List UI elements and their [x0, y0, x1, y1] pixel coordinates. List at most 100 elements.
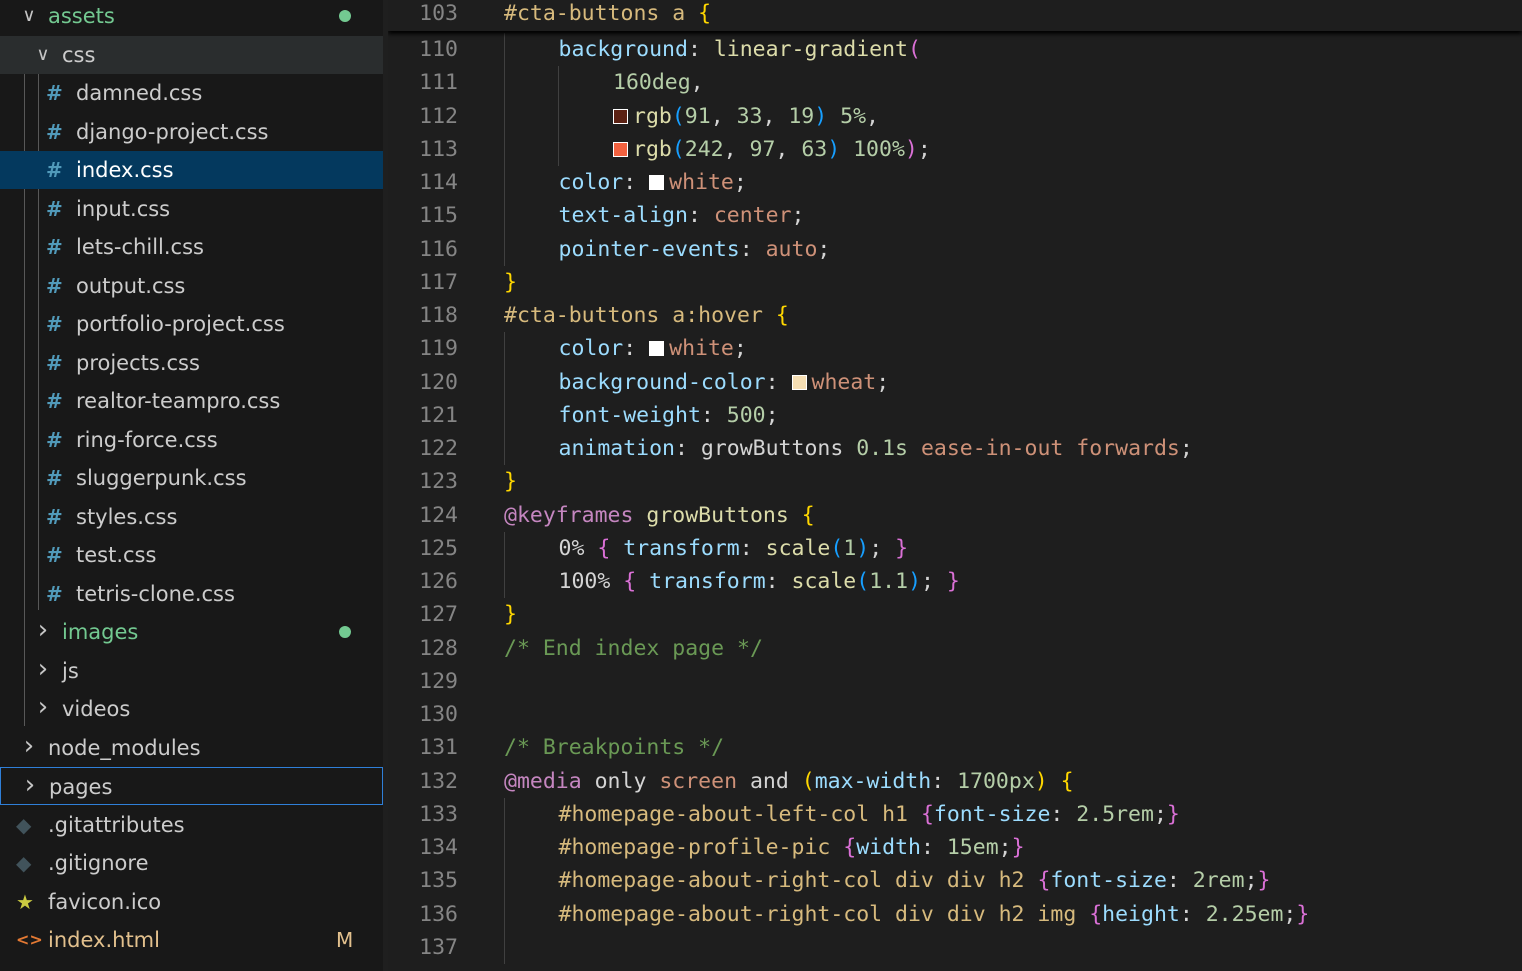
code-line[interactable]: 137 — [388, 931, 1522, 964]
file-gitattributes[interactable]: ◆ .gitattributes — [0, 806, 383, 844]
git-status-dot — [339, 10, 351, 22]
code-line[interactable]: 119 color: white; — [388, 332, 1522, 365]
color-swatch[interactable] — [613, 141, 628, 157]
code-content[interactable]: rgb(242, 97, 63) 100%); — [613, 133, 931, 166]
code-line[interactable]: 122 animation: growButtons 0.1s ease-in-o… — [388, 432, 1522, 465]
code-content[interactable]: #homepage-about-right-col div div h2 img… — [559, 898, 1310, 931]
code-content[interactable]: #cta-buttons a:hover { — [504, 299, 789, 332]
code-line[interactable]: 112 rgb(91, 33, 19) 5%, — [388, 100, 1522, 133]
code-content[interactable]: animation: growButtons 0.1s ease-in-out … — [559, 432, 1193, 465]
code-content[interactable]: 160deg, — [613, 66, 704, 99]
code-token: 91 — [684, 103, 711, 129]
code-token: ) — [904, 136, 918, 162]
code-content[interactable]: #homepage-about-right-col div div h2 {fo… — [559, 864, 1271, 897]
file-test-css[interactable]: # test.css — [0, 536, 383, 574]
sticky-scroll-header[interactable]: 103 #cta-buttons a { — [388, 0, 1522, 31]
code-line[interactable]: 115 text-align: center; — [388, 199, 1522, 232]
code-line[interactable]: 113 rgb(242, 97, 63) 100%); — [388, 133, 1522, 166]
code-line[interactable]: 130 — [388, 698, 1522, 731]
code-content[interactable]: text-align: center; — [559, 199, 805, 232]
code-content[interactable]: } — [504, 598, 517, 631]
file-portfolio-project-css[interactable]: # portfolio-project.css — [0, 305, 383, 343]
folder-images[interactable]: › images — [0, 613, 383, 651]
code-content[interactable]: color: white; — [559, 332, 747, 365]
code-content[interactable]: /* Breakpoints */ — [504, 731, 724, 764]
chevron-right-icon[interactable]: › — [34, 652, 52, 690]
code-line[interactable]: 128 /* End index page */ — [388, 632, 1522, 665]
code-line[interactable]: 125 0% { transform: scale(1); } — [388, 532, 1522, 565]
code-content[interactable]: 0% { transform: scale(1); } — [559, 532, 909, 565]
chevron-down-icon[interactable]: ∨ — [34, 36, 52, 74]
chevron-right-icon[interactable]: › — [34, 613, 52, 651]
chevron-right-icon[interactable]: › — [34, 690, 52, 728]
color-swatch[interactable] — [613, 108, 628, 124]
code-line[interactable]: 110 background: linear-gradient( — [388, 33, 1522, 66]
code-line[interactable]: 114 color: white; — [388, 166, 1522, 199]
code-line[interactable]: 127} — [388, 598, 1522, 631]
file-realtor-teampro-css[interactable]: # realtor-teampro.css — [0, 382, 383, 420]
file-ring-force-css[interactable]: # ring-force.css — [0, 421, 383, 459]
code-content[interactable]: @media only screen and (max-width: 1700p… — [504, 765, 1074, 798]
code-line[interactable]: 124 @keyframes growButtons { — [388, 499, 1522, 532]
code-line[interactable]: 117} — [388, 266, 1522, 299]
folder-js[interactable]: › js — [0, 652, 383, 690]
code-line[interactable]: 121 font-weight: 500; — [388, 399, 1522, 432]
file-tetris-clone-css[interactable]: # tetris-clone.css — [0, 575, 383, 613]
sticky-code-line[interactable]: #cta-buttons a { — [504, 0, 711, 27]
file-index-css[interactable]: # index.css — [0, 151, 383, 189]
code-content[interactable]: @keyframes growButtons { — [504, 499, 815, 532]
folder-assets[interactable]: ∨ assets — [0, 0, 383, 35]
code-line[interactable]: 132 @media only screen and (max-width: 17… — [388, 765, 1522, 798]
file-index-html[interactable]: <> index.html M — [0, 921, 383, 959]
code-content[interactable]: background: linear-gradient( — [559, 33, 921, 66]
code-content[interactable]: rgb(91, 33, 19) 5%, — [613, 100, 879, 133]
folder-videos[interactable]: › videos — [0, 690, 383, 728]
code-editor[interactable]: 103 #cta-buttons a { 110 background: linea… — [388, 0, 1522, 971]
tree-item-label: favicon.ico — [48, 889, 162, 914]
folder-pages[interactable]: › pages — [0, 767, 383, 805]
folder-css[interactable]: ∨ css — [0, 35, 383, 74]
code-token: wheat — [811, 369, 877, 395]
code-content[interactable]: /* End index page */ — [504, 632, 763, 665]
file-django-project-css[interactable]: # django-project.css — [0, 113, 383, 151]
code-content[interactable]: #homepage-profile-pic {width: 15em;} — [559, 831, 1025, 864]
code-content[interactable]: font-weight: 500; — [559, 399, 779, 432]
file-output-css[interactable]: # output.css — [0, 267, 383, 305]
code-line[interactable]: 116 pointer-events: auto; — [388, 233, 1522, 266]
color-swatch[interactable] — [649, 341, 665, 357]
file-input-css[interactable]: # input.css — [0, 190, 383, 228]
file-favicon-ico[interactable]: ★ favicon.ico — [0, 883, 383, 921]
code-line[interactable]: 118 #cta-buttons a:hover { — [388, 299, 1522, 332]
file-damned-css[interactable]: # damned.css — [0, 74, 383, 112]
file-styles-css[interactable]: # styles.css — [0, 498, 383, 536]
file-lets-chill-css[interactable]: # lets-chill.css — [0, 228, 383, 266]
file-gitignore[interactable]: ◆ .gitignore — [0, 844, 383, 882]
code-token: ) — [856, 535, 870, 561]
color-swatch[interactable] — [791, 374, 807, 390]
chevron-down-icon[interactable]: ∨ — [20, 0, 38, 35]
file-sluggerpunk-css[interactable]: # sluggerpunk.css — [0, 459, 383, 497]
code-content[interactable]: background-color: wheat; — [559, 366, 890, 399]
file-projects-css[interactable]: # projects.css — [0, 344, 383, 382]
code-line[interactable]: 120 background-color: wheat; — [388, 366, 1522, 399]
code-content[interactable]: } — [504, 266, 517, 299]
code-content[interactable]: pointer-events: auto; — [559, 233, 831, 266]
code-line[interactable]: 133 #homepage-about-left-col h1 {font-siz… — [388, 798, 1522, 831]
code-token: 1.1 — [869, 569, 909, 594]
code-line[interactable]: 111 160deg, — [388, 66, 1522, 99]
code-line[interactable]: 129 — [388, 665, 1522, 698]
code-line[interactable]: 136 #homepage-about-right-col div div h2 … — [388, 898, 1522, 931]
code-line[interactable]: 123} — [388, 465, 1522, 498]
code-content[interactable]: } — [504, 465, 517, 498]
code-line[interactable]: 126 100% { transform: scale(1.1); } — [388, 565, 1522, 598]
folder-node-modules[interactable]: › node_modules — [0, 729, 383, 767]
code-content[interactable]: color: white; — [559, 166, 747, 199]
code-line[interactable]: 135 #homepage-about-right-col div div h2 … — [388, 864, 1522, 897]
code-line[interactable]: 134 #homepage-profile-pic {width: 15em;} — [388, 831, 1522, 864]
code-content[interactable]: #homepage-about-left-col h1 {font-size: … — [559, 798, 1180, 831]
chevron-right-icon[interactable]: › — [21, 768, 39, 806]
code-line[interactable]: 131 /* Breakpoints */ — [388, 731, 1522, 764]
code-content[interactable]: 100% { transform: scale(1.1); } — [559, 565, 960, 598]
color-swatch[interactable] — [649, 175, 665, 190]
chevron-right-icon[interactable]: › — [20, 729, 38, 767]
